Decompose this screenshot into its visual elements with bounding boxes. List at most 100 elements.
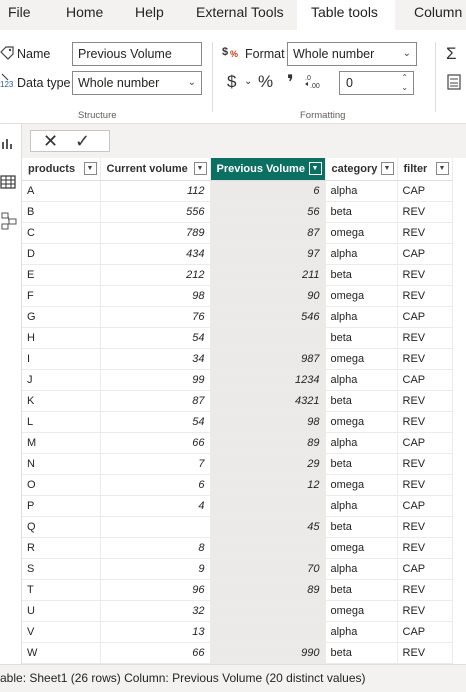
cell-current-volume[interactable]: 556 [100, 201, 211, 223]
filter-dropdown-icon[interactable]: ▼ [193, 162, 207, 175]
cell-filter[interactable]: REV [397, 264, 453, 286]
table-row[interactable]: N 7 29 beta REV [22, 453, 453, 475]
cell-current-volume[interactable]: 8 [100, 537, 211, 559]
cell-current-volume[interactable]: 87 [100, 390, 211, 412]
decimal-places-icon[interactable]: .0.00 [304, 72, 322, 95]
cell-category[interactable]: alpha [325, 369, 398, 391]
cell-previous-volume[interactable] [210, 327, 326, 349]
report-view-icon[interactable] [1, 136, 15, 155]
cell-product[interactable]: F [22, 285, 101, 307]
cell-category[interactable]: omega [325, 285, 398, 307]
cell-filter[interactable]: REV [397, 537, 453, 559]
cell-filter[interactable]: REV [397, 600, 453, 622]
table-view-icon[interactable] [0, 174, 16, 195]
cell-product[interactable]: T [22, 579, 101, 601]
table-row[interactable]: W 66 990 beta REV [22, 642, 453, 664]
table-row[interactable]: E 212 211 beta REV [22, 264, 453, 286]
cell-category[interactable]: alpha [325, 495, 398, 517]
cell-product[interactable]: L [22, 411, 101, 433]
cell-category[interactable]: beta [325, 642, 398, 664]
cell-category[interactable]: alpha [325, 432, 398, 454]
cell-product[interactable]: M [22, 432, 101, 454]
cell-product[interactable]: J [22, 369, 101, 391]
cell-filter[interactable]: REV [397, 579, 453, 601]
cell-current-volume[interactable]: 76 [100, 306, 211, 328]
percent-icon[interactable]: % [258, 72, 273, 92]
table-row[interactable]: G 76 546 alpha CAP [22, 306, 453, 328]
cell-previous-volume[interactable] [210, 621, 326, 643]
cell-previous-volume[interactable]: 1234 [210, 369, 326, 391]
table-row[interactable]: O 6 12 omega REV [22, 474, 453, 496]
cell-previous-volume[interactable]: 987 [210, 348, 326, 370]
cell-category[interactable]: beta [325, 264, 398, 286]
cell-previous-volume[interactable]: 4321 [210, 390, 326, 412]
cell-filter[interactable]: REV [397, 516, 453, 538]
cell-filter[interactable]: CAP [397, 243, 453, 265]
calculator-icon[interactable] [447, 74, 461, 95]
table-row[interactable]: A 112 6 alpha CAP [22, 180, 453, 202]
cell-current-volume[interactable]: 32 [100, 600, 211, 622]
cell-category[interactable]: omega [325, 222, 398, 244]
cell-previous-volume[interactable]: 29 [210, 453, 326, 475]
cell-current-volume[interactable]: 34 [100, 348, 211, 370]
column-header-category[interactable]: category ▼ [325, 158, 398, 181]
cell-filter[interactable]: CAP [397, 306, 453, 328]
cell-filter[interactable]: REV [397, 642, 453, 664]
cell-category[interactable]: omega [325, 474, 398, 496]
table-row[interactable]: R 8 omega REV [22, 537, 453, 559]
column-header-products[interactable]: products ▼ [22, 158, 101, 181]
table-row[interactable]: D 434 97 alpha CAP [22, 243, 453, 265]
cell-current-volume[interactable]: 4 [100, 495, 211, 517]
column-header-previous-volume[interactable]: Previous Volume ▼ [210, 158, 326, 181]
comma-icon[interactable]: ❜ [287, 70, 294, 95]
cell-current-volume[interactable]: 54 [100, 411, 211, 433]
cell-product[interactable]: D [22, 243, 101, 265]
format-select[interactable]: Whole number ⌄ [287, 42, 417, 66]
cell-current-volume[interactable]: 99 [100, 369, 211, 391]
cell-filter[interactable]: REV [397, 411, 453, 433]
table-row[interactable]: H 54 beta REV [22, 327, 453, 349]
cell-filter[interactable]: CAP [397, 495, 453, 517]
cell-filter[interactable]: REV [397, 327, 453, 349]
table-row[interactable]: Q 45 beta REV [22, 516, 453, 538]
currency-icon[interactable]: $ [227, 72, 236, 92]
cell-category[interactable]: beta [325, 327, 398, 349]
name-input[interactable]: Previous Volume [72, 42, 202, 66]
cell-product[interactable]: I [22, 348, 101, 370]
cell-filter[interactable]: CAP [397, 432, 453, 454]
cell-filter[interactable]: REV [397, 474, 453, 496]
cell-filter[interactable]: REV [397, 453, 453, 475]
cell-category[interactable]: alpha [325, 306, 398, 328]
cell-category[interactable]: alpha [325, 621, 398, 643]
cell-current-volume[interactable]: 13 [100, 621, 211, 643]
table-row[interactable]: J 99 1234 alpha CAP [22, 369, 453, 391]
cell-filter[interactable]: CAP [397, 621, 453, 643]
cell-product[interactable]: E [22, 264, 101, 286]
decimal-places-input[interactable]: 0 ⌃ ⌄ [339, 71, 414, 95]
tab-table-tools[interactable]: Table tools [297, 0, 395, 30]
cell-filter[interactable]: REV [397, 222, 453, 244]
table-row[interactable]: I 34 987 omega REV [22, 348, 453, 370]
table-row[interactable]: B 556 56 beta REV [22, 201, 453, 223]
cell-previous-volume[interactable]: 97 [210, 243, 326, 265]
cell-category[interactable]: omega [325, 537, 398, 559]
commit-icon[interactable]: ✓ [75, 131, 90, 151]
table-row[interactable]: C 789 87 omega REV [22, 222, 453, 244]
cell-current-volume[interactable]: 54 [100, 327, 211, 349]
table-row[interactable]: T 96 89 beta REV [22, 579, 453, 601]
cell-current-volume[interactable]: 6 [100, 474, 211, 496]
cell-category[interactable]: omega [325, 348, 398, 370]
cell-product[interactable]: R [22, 537, 101, 559]
cell-filter[interactable]: REV [397, 285, 453, 307]
cell-filter[interactable]: CAP [397, 558, 453, 580]
cell-previous-volume[interactable]: 6 [210, 180, 326, 202]
cell-product[interactable]: H [22, 327, 101, 349]
cell-current-volume[interactable]: 66 [100, 642, 211, 664]
cell-category[interactable]: beta [325, 516, 398, 538]
column-header-current-volume[interactable]: Current volume ▼ [100, 158, 211, 181]
data-type-select[interactable]: Whole number ⌄ [72, 71, 202, 95]
cell-category[interactable]: beta [325, 453, 398, 475]
table-row[interactable]: V 13 alpha CAP [22, 621, 453, 643]
cell-filter[interactable]: REV [397, 390, 453, 412]
stepper-icon[interactable]: ⌃ ⌄ [401, 73, 408, 93]
